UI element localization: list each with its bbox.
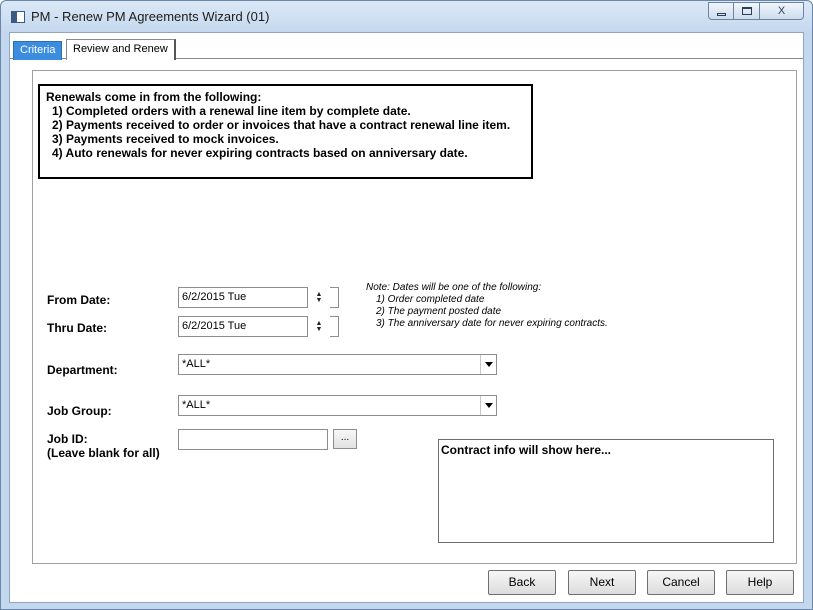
contract-info-box: Contract info will show here... [438,439,774,543]
from-date-label: From Date: [47,293,111,307]
minimize-button[interactable] [708,2,734,20]
date-note: Note: Dates will be one of the following… [366,282,608,330]
close-icon: X [777,5,786,17]
minimize-icon [716,12,726,16]
thru-date-label: Thru Date: [47,321,107,335]
tab-criteria[interactable]: Criteria [13,41,63,60]
contract-info-text: Contract info will show here... [441,443,612,457]
from-date-calendar-button[interactable] [330,287,339,308]
dropdown-button[interactable] [480,396,496,415]
spin-down-icon: ▼ [315,296,323,304]
app-icon [11,11,25,23]
department-value: *ALL* [182,358,211,370]
wizard-client-area: Criteria Review and Renew Renewals come … [9,32,804,603]
department-dropdown[interactable]: *ALL* [178,354,497,375]
note-item: 3) The anniversary date for never expiri… [376,318,608,329]
next-button-label: Next [589,575,615,589]
help-button[interactable]: Help [726,570,794,595]
window-controls: X [708,2,804,22]
thru-date-spinner[interactable]: ▲ ▼ [313,316,325,337]
department-label: Department: [47,363,118,377]
thru-date-calendar-button[interactable] [330,316,339,337]
job-group-value: *ALL* [182,399,211,411]
job-id-browse-button[interactable]: ... [333,429,357,449]
back-button[interactable]: Back [488,570,556,595]
tab-strip: Criteria Review and Renew [10,37,803,60]
info-item: 1) Completed orders with a renewal line … [52,104,411,118]
renewal-info-box: Renewals come in from the following: 1) … [38,84,533,179]
next-button[interactable]: Next [568,570,636,595]
chevron-down-icon [484,362,493,367]
cancel-button-label: Cancel [662,575,700,589]
note-item: 1) Order completed date [376,294,485,305]
job-group-dropdown[interactable]: *ALL* [178,395,497,416]
from-date-spinner[interactable]: ▲ ▼ [313,287,325,308]
job-group-label: Job Group: [47,404,112,418]
dropdown-button[interactable] [480,355,496,374]
info-item: 2) Payments received to order or invoice… [52,118,511,132]
note-item: 2) The payment posted date [376,306,502,317]
info-heading: Renewals come in from the following: [46,90,262,104]
cancel-button[interactable]: Cancel [647,570,715,595]
criteria-pane: Renewals come in from the following: 1) … [32,70,797,564]
thru-date-field[interactable]: 6/2/2015 Tue [178,316,308,337]
job-id-sublabel: (Leave blank for all) [47,446,160,460]
maximize-button[interactable] [734,2,760,20]
help-button-label: Help [747,575,773,589]
chevron-down-icon [484,403,493,408]
info-item: 3) Payments received to mock invoices. [52,132,279,146]
wizard-window: PM - Renew PM Agreements Wizard (01) X C… [0,0,813,610]
title-bar[interactable]: PM - Renew PM Agreements Wizard (01) X [1,1,812,31]
job-id-input[interactable] [178,429,328,450]
tab-review-and-renew[interactable]: Review and Renew [66,39,176,60]
window-title: PM - Renew PM Agreements Wizard (01) [31,9,270,24]
note-heading: Note: Dates will be one of the following… [366,282,542,293]
spin-down-icon: ▼ [315,325,323,333]
maximize-icon [741,7,752,15]
from-date-field[interactable]: 6/2/2015 Tue [178,287,308,308]
back-button-label: Back [508,575,536,589]
close-button[interactable]: X [760,2,804,20]
job-id-label: Job ID: [47,432,88,446]
info-item: 4) Auto renewals for never expiring cont… [52,146,468,160]
job-id-label-group: Job ID: (Leave blank for all) [47,432,160,460]
